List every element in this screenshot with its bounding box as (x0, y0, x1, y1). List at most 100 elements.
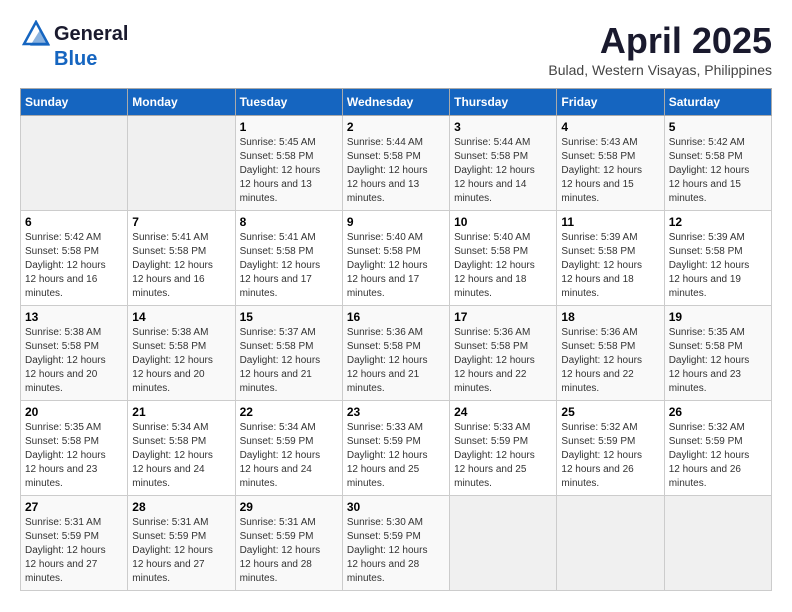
day-number: 21 (132, 405, 230, 419)
day-info: Sunrise: 5:43 AMSunset: 5:58 PMDaylight:… (561, 136, 659, 206)
calendar-cell: 17 Sunrise: 5:36 AMSunset: 5:58 PMDayligh… (450, 306, 557, 401)
logo-icon (20, 20, 52, 48)
day-number: 25 (561, 405, 659, 419)
day-number: 15 (240, 310, 338, 324)
day-info: Sunrise: 5:37 AMSunset: 5:58 PMDaylight:… (240, 326, 338, 396)
calendar-header-row: SundayMondayTuesdayWednesdayThursdayFrid… (21, 89, 772, 116)
calendar-cell: 7 Sunrise: 5:41 AMSunset: 5:58 PMDaylight… (128, 211, 235, 306)
calendar-cell: 16 Sunrise: 5:36 AMSunset: 5:58 PMDayligh… (342, 306, 449, 401)
day-number: 7 (132, 215, 230, 229)
day-info: Sunrise: 5:30 AMSunset: 5:59 PMDaylight:… (347, 516, 445, 586)
day-info: Sunrise: 5:31 AMSunset: 5:59 PMDaylight:… (240, 516, 338, 586)
weekday-header: Monday (128, 89, 235, 116)
logo-general: General (54, 23, 128, 46)
calendar-cell: 25 Sunrise: 5:32 AMSunset: 5:59 PMDayligh… (557, 401, 664, 496)
day-info: Sunrise: 5:41 AMSunset: 5:58 PMDaylight:… (132, 231, 230, 301)
day-info: Sunrise: 5:40 AMSunset: 5:58 PMDaylight:… (454, 231, 552, 301)
day-info: Sunrise: 5:31 AMSunset: 5:59 PMDaylight:… (132, 516, 230, 586)
calendar-cell: 1 Sunrise: 5:45 AMSunset: 5:58 PMDaylight… (235, 116, 342, 211)
calendar-cell: 12Sunrise: 5:39 AMSunset: 5:58 PMDayligh… (664, 211, 771, 306)
day-info: Sunrise: 5:36 AMSunset: 5:58 PMDaylight:… (347, 326, 445, 396)
day-info: Sunrise: 5:32 AMSunset: 5:59 PMDaylight:… (561, 421, 659, 491)
day-info: Sunrise: 5:38 AMSunset: 5:58 PMDaylight:… (132, 326, 230, 396)
day-info: Sunrise: 5:40 AMSunset: 5:58 PMDaylight:… (347, 231, 445, 301)
day-number: 6 (25, 215, 123, 229)
day-number: 20 (25, 405, 123, 419)
month-title: April 2025 (548, 20, 772, 62)
calendar-table: SundayMondayTuesdayWednesdayThursdayFrid… (20, 88, 772, 591)
calendar-cell: 10 Sunrise: 5:40 AMSunset: 5:58 PMDayligh… (450, 211, 557, 306)
calendar-cell (557, 496, 664, 591)
calendar-cell: 21 Sunrise: 5:34 AMSunset: 5:58 PMDayligh… (128, 401, 235, 496)
calendar-cell: 24 Sunrise: 5:33 AMSunset: 5:59 PMDayligh… (450, 401, 557, 496)
day-info: Sunrise: 5:34 AMSunset: 5:58 PMDaylight:… (132, 421, 230, 491)
day-number: 17 (454, 310, 552, 324)
weekday-header: Sunday (21, 89, 128, 116)
logo-blue: Blue (54, 48, 97, 71)
day-number: 4 (561, 120, 659, 134)
day-info: Sunrise: 5:44 AMSunset: 5:58 PMDaylight:… (454, 136, 552, 206)
day-number: 30 (347, 500, 445, 514)
day-info: Sunrise: 5:35 AMSunset: 5:58 PMDaylight:… (669, 326, 767, 396)
calendar-cell: 6Sunrise: 5:42 AMSunset: 5:58 PMDaylight… (21, 211, 128, 306)
day-number: 13 (25, 310, 123, 324)
day-number: 23 (347, 405, 445, 419)
calendar-cell (128, 116, 235, 211)
calendar-cell: 13Sunrise: 5:38 AMSunset: 5:58 PMDayligh… (21, 306, 128, 401)
day-number: 8 (240, 215, 338, 229)
calendar-week-row: 20Sunrise: 5:35 AMSunset: 5:58 PMDayligh… (21, 401, 772, 496)
calendar-cell: 4 Sunrise: 5:43 AMSunset: 5:58 PMDaylight… (557, 116, 664, 211)
day-info: Sunrise: 5:33 AMSunset: 5:59 PMDaylight:… (454, 421, 552, 491)
day-info: Sunrise: 5:41 AMSunset: 5:58 PMDaylight:… (240, 231, 338, 301)
day-number: 19 (669, 310, 767, 324)
calendar-cell: 8 Sunrise: 5:41 AMSunset: 5:58 PMDaylight… (235, 211, 342, 306)
day-number: 22 (240, 405, 338, 419)
calendar-cell (450, 496, 557, 591)
calendar-body: 1 Sunrise: 5:45 AMSunset: 5:58 PMDaylight… (21, 116, 772, 591)
calendar-cell: 11Sunrise: 5:39 AMSunset: 5:58 PMDayligh… (557, 211, 664, 306)
day-info: Sunrise: 5:33 AMSunset: 5:59 PMDaylight:… (347, 421, 445, 491)
calendar-cell: 27Sunrise: 5:31 AMSunset: 5:59 PMDayligh… (21, 496, 128, 591)
calendar-cell (664, 496, 771, 591)
day-info: Sunrise: 5:45 AMSunset: 5:58 PMDaylight:… (240, 136, 338, 206)
day-number: 16 (347, 310, 445, 324)
day-number: 10 (454, 215, 552, 229)
calendar-week-row: 1 Sunrise: 5:45 AMSunset: 5:58 PMDaylight… (21, 116, 772, 211)
calendar-cell: 18Sunrise: 5:36 AMSunset: 5:58 PMDayligh… (557, 306, 664, 401)
calendar-cell: 14 Sunrise: 5:38 AMSunset: 5:58 PMDayligh… (128, 306, 235, 401)
weekday-header: Tuesday (235, 89, 342, 116)
day-info: Sunrise: 5:39 AMSunset: 5:58 PMDaylight:… (561, 231, 659, 301)
day-info: Sunrise: 5:39 AMSunset: 5:58 PMDaylight:… (669, 231, 767, 301)
calendar-week-row: 27Sunrise: 5:31 AMSunset: 5:59 PMDayligh… (21, 496, 772, 591)
calendar-cell: 22Sunrise: 5:34 AMSunset: 5:59 PMDayligh… (235, 401, 342, 496)
calendar-cell: 19 Sunrise: 5:35 AMSunset: 5:58 PMDayligh… (664, 306, 771, 401)
day-number: 1 (240, 120, 338, 134)
day-number: 5 (669, 120, 767, 134)
day-number: 2 (347, 120, 445, 134)
day-number: 14 (132, 310, 230, 324)
day-number: 9 (347, 215, 445, 229)
calendar-week-row: 13 Sunrise: 5:38 AMSunset: 5:58 PMDayligh… (21, 306, 772, 401)
day-info: Sunrise: 5:31 AMSunset: 5:59 PMDaylight:… (25, 516, 123, 586)
calendar-cell: 15 Sunrise: 5:37 AMSunset: 5:58 PMDayligh… (235, 306, 342, 401)
day-info: Sunrise: 5:44 AMSunset: 5:58 PMDaylight:… (347, 136, 445, 206)
location-title: Bulad, Western Visayas, Philippines (548, 62, 772, 78)
day-number: 29 (240, 500, 338, 514)
calendar-cell (21, 116, 128, 211)
weekday-header: Thursday (450, 89, 557, 116)
day-number: 3 (454, 120, 552, 134)
calendar-cell: 29 Sunrise: 5:31 AMSunset: 5:59 PMDayligh… (235, 496, 342, 591)
day-info: Sunrise: 5:32 AMSunset: 5:59 PMDaylight:… (669, 421, 767, 491)
calendar-cell: 26 Sunrise: 5:32 AMSunset: 5:59 PMDayligh… (664, 401, 771, 496)
calendar-cell: 20Sunrise: 5:35 AMSunset: 5:58 PMDayligh… (21, 401, 128, 496)
weekday-header: Saturday (664, 89, 771, 116)
calendar-cell: 5Sunrise: 5:42 AMSunset: 5:58 PMDaylight… (664, 116, 771, 211)
day-number: 24 (454, 405, 552, 419)
weekday-header: Friday (557, 89, 664, 116)
calendar-cell: 23 Sunrise: 5:33 AMSunset: 5:59 PMDayligh… (342, 401, 449, 496)
day-info: Sunrise: 5:36 AMSunset: 5:58 PMDaylight:… (454, 326, 552, 396)
day-number: 26 (669, 405, 767, 419)
page-header: General Blue April 2025 Bulad, Western V… (20, 20, 772, 78)
calendar-cell: 28Sunrise: 5:31 AMSunset: 5:59 PMDayligh… (128, 496, 235, 591)
calendar-cell: 9 Sunrise: 5:40 AMSunset: 5:58 PMDaylight… (342, 211, 449, 306)
